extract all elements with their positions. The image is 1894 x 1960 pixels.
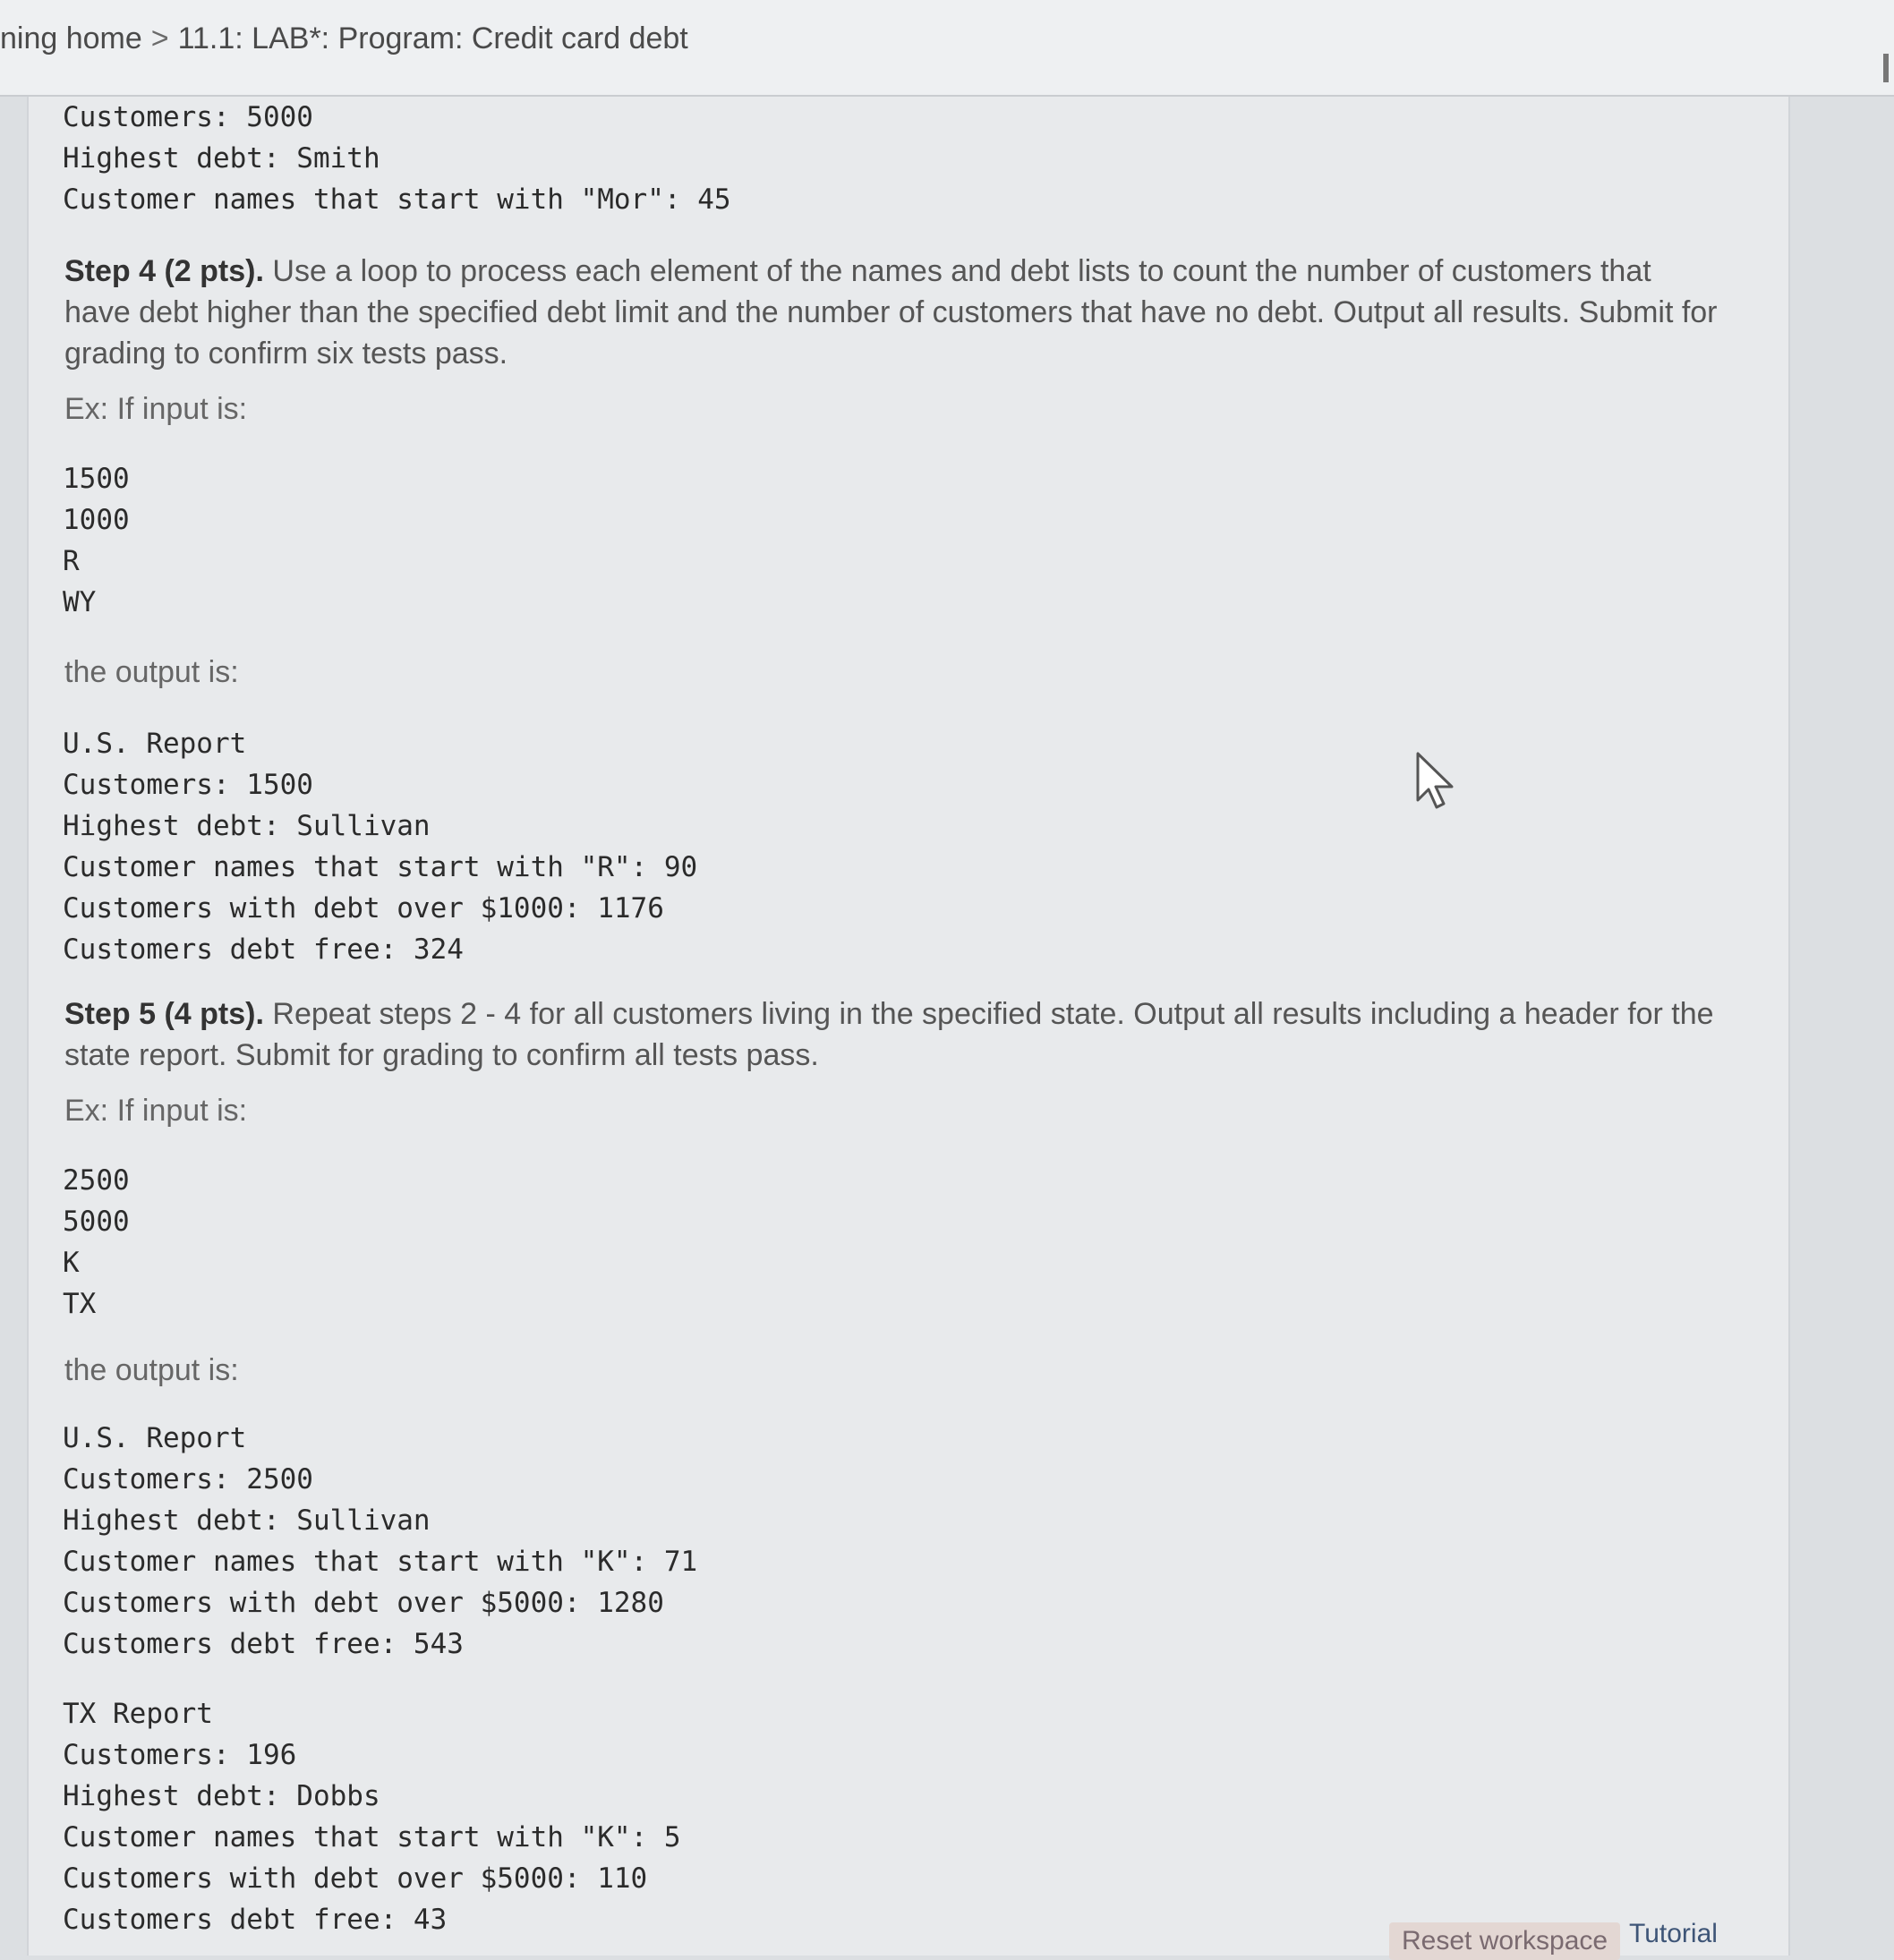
output-line: Highest debt: Sullivan: [63, 1504, 431, 1537]
output-line: Customers debt free: 43: [63, 1904, 448, 1936]
mouse-pointer-icon: [1416, 752, 1454, 809]
breadcrumb-home-link[interactable]: ning home: [0, 21, 142, 55]
step5-input-label: Ex: If input is:: [64, 1094, 248, 1128]
step5-state-report-block: TX Report Customers: 196 Highest debt: D…: [63, 1693, 681, 1940]
output-line: Customer names that start with "K": 5: [63, 1821, 681, 1853]
output-line: Customer names that start with "K": 71: [63, 1546, 698, 1578]
input-line: TX: [63, 1288, 97, 1320]
input-line: 2500: [63, 1164, 130, 1197]
input-line: R: [63, 545, 80, 577]
step4-paragraph: Step 4 (2 pts). Use a loop to process ea…: [64, 251, 1720, 374]
step4-title: Step 4 (2 pts).: [64, 254, 264, 288]
step4-output-label: the output is:: [64, 655, 239, 689]
previous-output-block: Customers: 5000 Highest debt: Smith Cust…: [63, 97, 731, 220]
output-line: Customers with debt over $5000: 1280: [63, 1587, 664, 1619]
input-line: 5000: [63, 1206, 130, 1238]
step5-us-report-block: U.S. Report Customers: 2500 Highest debt…: [63, 1418, 697, 1665]
output-line: U.S. Report: [63, 1422, 247, 1454]
output-line: Customers: 1500: [63, 769, 313, 801]
breadcrumb-separator: >: [150, 21, 169, 55]
output-line: Customers: 2500: [63, 1463, 313, 1496]
step4-input-block: 1500 1000 R WY: [63, 458, 130, 623]
scroll-edge-marker: [1883, 54, 1889, 82]
output-line: Customer names that start with "Mor": 45: [63, 183, 731, 216]
top-bar: ning home >11.1: LAB*: Program: Credit ca…: [0, 0, 1894, 97]
lab-instructions: Customers: 5000 Highest debt: Smith Cust…: [27, 97, 1790, 1956]
step5-body: Repeat steps 2 - 4 for all customers liv…: [64, 997, 1714, 1072]
step5-input-block: 2500 5000 K TX: [63, 1160, 130, 1325]
input-line: 1500: [63, 463, 130, 495]
output-line: Customers: 196: [63, 1739, 297, 1771]
output-line: U.S. Report: [63, 728, 247, 760]
step5-output-label: the output is:: [64, 1353, 239, 1387]
input-line: 1000: [63, 504, 130, 536]
output-line: Customers with debt over $1000: 1176: [63, 892, 664, 925]
output-line: Customer names that start with "R": 90: [63, 851, 698, 883]
output-line: Highest debt: Sullivan: [63, 810, 431, 842]
step5-paragraph: Step 5 (4 pts). Repeat steps 2 - 4 for a…: [64, 993, 1720, 1076]
output-line: TX Report: [63, 1698, 213, 1730]
output-line: Customers debt free: 543: [63, 1628, 464, 1660]
output-line: Customers debt free: 324: [63, 933, 464, 966]
tutorial-button[interactable]: Tutorial: [1617, 1915, 1730, 1953]
breadcrumb: ning home >11.1: LAB*: Program: Credit ca…: [0, 21, 688, 56]
input-line: K: [63, 1247, 80, 1279]
breadcrumb-current: 11.1: LAB*: Program: Credit card debt: [177, 21, 688, 55]
input-line: WY: [63, 586, 97, 618]
output-line: Customers: 5000: [63, 101, 313, 133]
reset-workspace-button[interactable]: Reset workspace: [1389, 1922, 1621, 1960]
output-line: Highest debt: Smith: [63, 142, 380, 175]
step4-body: Use a loop to process each element of th…: [64, 254, 1718, 371]
output-line: Customers with debt over $5000: 110: [63, 1862, 648, 1895]
step5-title: Step 5 (4 pts).: [64, 997, 264, 1031]
step4-input-label: Ex: If input is:: [64, 392, 248, 426]
output-line: Highest debt: Dobbs: [63, 1780, 380, 1812]
step4-output-block: U.S. Report Customers: 1500 Highest debt…: [63, 723, 697, 970]
